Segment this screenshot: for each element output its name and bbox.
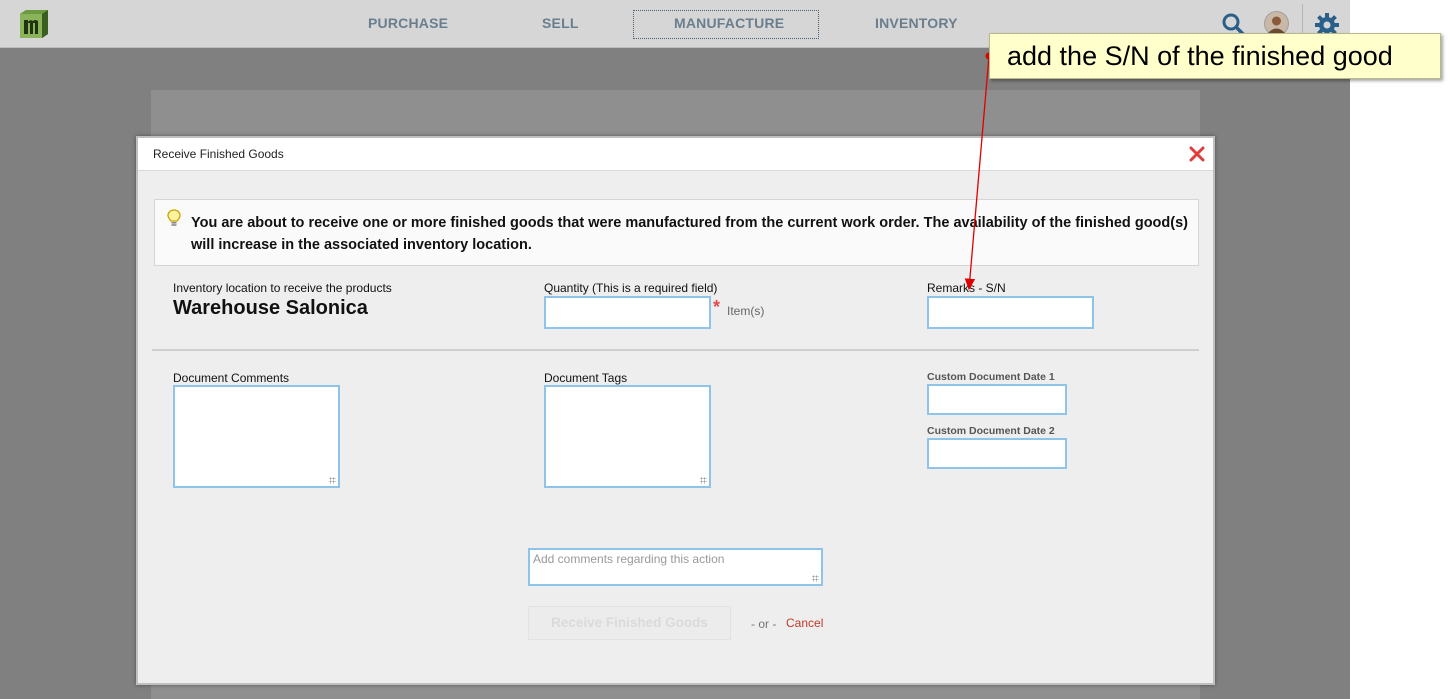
custom-date-1-label: Custom Document Date 1 (927, 371, 1055, 383)
receive-finished-goods-button[interactable]: Receive Finished Goods (528, 606, 731, 640)
required-star: * (713, 297, 721, 317)
action-comments-placeholder: Add comments regarding this action (533, 552, 725, 566)
resize-handle-icon[interactable] (329, 477, 336, 484)
nav-inventory[interactable]: INVENTORY (875, 15, 958, 31)
nav-sell[interactable]: SELL (542, 15, 579, 31)
nav-manufacture[interactable]: MANUFACTURE (674, 15, 784, 31)
lightbulb-icon (167, 209, 181, 232)
receive-finished-goods-dialog: Receive Finished Goods You are about to … (136, 136, 1215, 685)
custom-date-1-input[interactable] (927, 384, 1067, 415)
document-tags-textarea[interactable] (544, 385, 711, 488)
info-message-box: You are about to receive one or more fin… (154, 199, 1199, 266)
quantity-unit: Item(s) (727, 304, 765, 318)
custom-date-2-label: Custom Document Date 2 (927, 425, 1055, 437)
resize-handle-icon[interactable] (812, 575, 819, 582)
or-separator: - or - (751, 617, 777, 631)
quantity-input[interactable] (544, 296, 711, 329)
cancel-link[interactable]: Cancel (786, 616, 823, 630)
document-tags-label: Document Tags (544, 371, 628, 385)
dialog-header: Receive Finished Goods (138, 138, 1213, 171)
annotation-callout: add the S/N of the finished good (989, 33, 1441, 79)
dialog-title: Receive Finished Goods (153, 147, 284, 161)
annotation-text: add the S/N of the finished good (1007, 41, 1393, 71)
section-divider (152, 349, 1199, 351)
remarks-sn-input[interactable] (927, 296, 1094, 329)
custom-date-2-input[interactable] (927, 438, 1067, 469)
inventory-location-label: Inventory location to receive the produc… (173, 281, 392, 295)
resize-handle-icon[interactable] (700, 477, 707, 484)
quantity-label: Quantity (This is a required field) (544, 281, 718, 295)
screen: PURCHASE SELL MANUFACTURE INVENTORY Rece… (0, 0, 1450, 699)
close-icon[interactable] (1189, 146, 1205, 162)
document-comments-label: Document Comments (173, 371, 290, 385)
remarks-sn-label: Remarks - S/N (927, 281, 1006, 295)
app-window: PURCHASE SELL MANUFACTURE INVENTORY Rece… (0, 0, 1350, 699)
action-comments-textarea[interactable]: Add comments regarding this action (528, 548, 823, 586)
inventory-location-value: Warehouse Salonica (173, 297, 368, 319)
nav-purchase[interactable]: PURCHASE (368, 15, 448, 31)
logo-icon[interactable] (18, 8, 50, 40)
info-message-text: You are about to receive one or more fin… (191, 215, 1188, 253)
document-comments-textarea[interactable] (173, 385, 340, 488)
